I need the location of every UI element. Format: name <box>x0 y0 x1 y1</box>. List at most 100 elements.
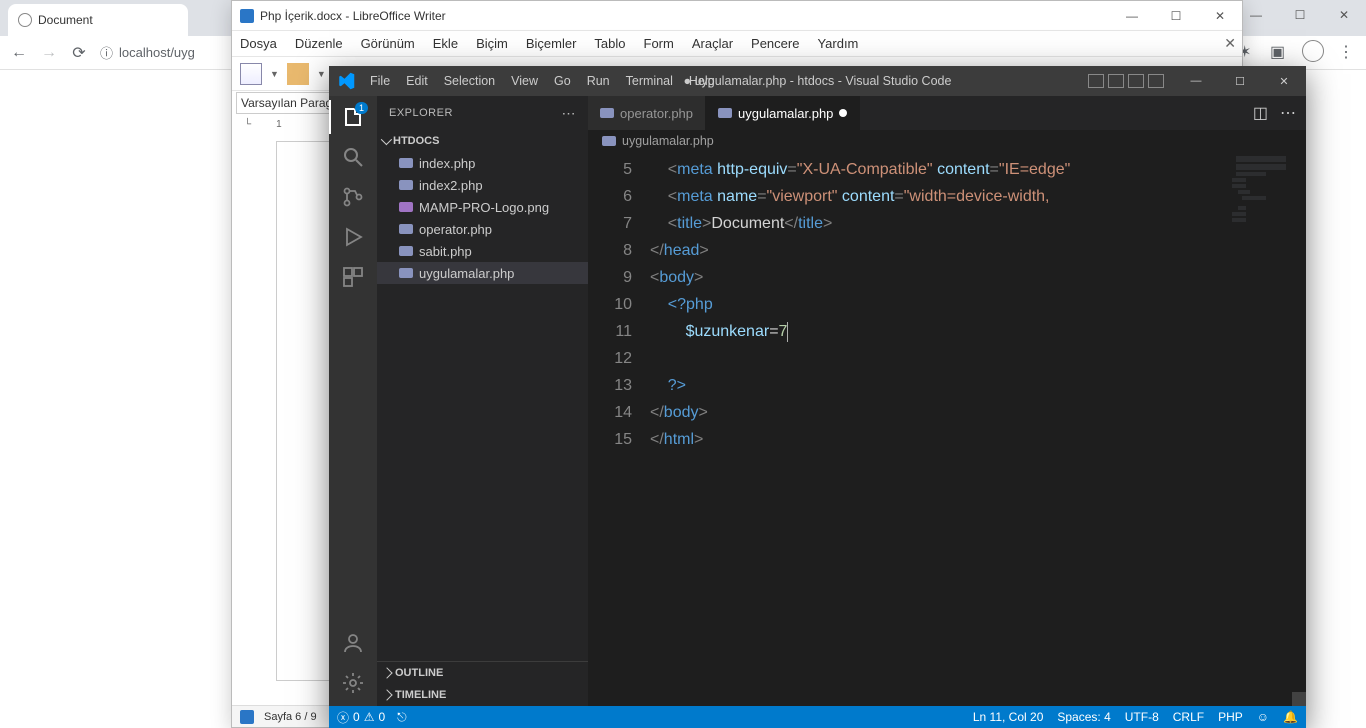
paragraph-style-select[interactable] <box>236 92 338 114</box>
back-icon[interactable]: ← <box>10 44 28 62</box>
file-item[interactable]: index.php <box>377 152 588 174</box>
extensions-icon[interactable] <box>340 264 366 290</box>
vertical-scrollbar[interactable] <box>1292 152 1306 706</box>
code-lines[interactable]: <meta http-equiv="X-UA-Compatible" conte… <box>650 152 1306 706</box>
lo-menu-item[interactable]: Yardım <box>817 36 858 51</box>
toggle-secondary-icon[interactable] <box>1128 74 1144 88</box>
minimap[interactable] <box>1232 152 1292 706</box>
lo-maximize-button[interactable]: ☐ <box>1154 1 1198 31</box>
editor-tab[interactable]: uygulamalar.php <box>706 96 860 130</box>
eol[interactable]: CRLF <box>1173 710 1204 724</box>
search-icon[interactable] <box>340 144 366 170</box>
lo-menu-item[interactable]: Düzenle <box>295 36 343 51</box>
lo-close-button[interactable]: ✕ <box>1198 1 1242 31</box>
vsc-menu-selection[interactable]: Selection <box>437 66 502 96</box>
vsc-menu-view[interactable]: View <box>504 66 545 96</box>
forward-icon[interactable]: → <box>40 44 58 62</box>
new-doc-icon[interactable] <box>240 63 262 85</box>
profile-icon[interactable] <box>1302 40 1324 62</box>
vsc-menu-go[interactable]: Go <box>547 66 578 96</box>
lo-menu-item[interactable]: Ekle <box>433 36 458 51</box>
lo-menu-item[interactable]: Araçlar <box>692 36 733 51</box>
vsc-menu-edit[interactable]: Edit <box>399 66 435 96</box>
feedback-icon[interactable]: ☺ <box>1257 710 1269 724</box>
ports-icon[interactable]: ⎋ <box>397 710 407 725</box>
libreoffice-titlebar[interactable]: Php İçerik.docx - LibreOffice Writer — ☐… <box>232 1 1242 31</box>
source-control-icon[interactable] <box>340 184 366 210</box>
toggle-panel-icon[interactable] <box>1108 74 1124 88</box>
open-doc-icon[interactable] <box>287 63 309 85</box>
breadcrumb[interactable]: uygulamalar.php <box>588 130 1306 152</box>
code-line[interactable] <box>650 345 1306 372</box>
layout-controls <box>1088 74 1164 88</box>
chrome-maximize-button[interactable]: ☐ <box>1278 0 1322 30</box>
more-actions-icon[interactable]: ⋯ <box>1280 103 1296 123</box>
customize-layout-icon[interactable] <box>1148 74 1164 88</box>
chevron-right-icon <box>381 667 392 678</box>
breadcrumb-file: uygulamalar.php <box>622 134 714 148</box>
split-editor-icon[interactable]: ◫ <box>1253 103 1268 123</box>
vsc-maximize-button[interactable]: ☐ <box>1218 66 1262 96</box>
lo-doc-close-button[interactable]: ✕ <box>1224 35 1236 52</box>
lo-menu-item[interactable]: Pencere <box>751 36 799 51</box>
reload-icon[interactable]: ⟳ <box>70 44 88 62</box>
accounts-icon[interactable] <box>340 630 366 656</box>
lo-minimize-button[interactable]: — <box>1110 1 1154 31</box>
problems-indicator[interactable]: ⓧ0 ⚠0 <box>337 709 385 726</box>
code-line[interactable]: <?php <box>650 291 1306 318</box>
lo-menu-item[interactable]: Biçim <box>476 36 508 51</box>
settings-gear-icon[interactable] <box>340 670 366 696</box>
code-line[interactable]: </body> <box>650 399 1306 426</box>
lo-menu-item[interactable]: Biçemler <box>526 36 577 51</box>
code-editor[interactable]: 56789101112131415 <meta http-equiv="X-UA… <box>588 152 1306 706</box>
vsc-minimize-button[interactable]: — <box>1174 66 1218 96</box>
lo-menu-item[interactable]: Form <box>644 36 674 51</box>
file-label: index2.php <box>419 178 483 193</box>
page-indicator[interactable]: Sayfa 6 / 9 <box>264 711 317 723</box>
code-line[interactable]: <meta http-equiv="X-UA-Compatible" conte… <box>650 156 1306 183</box>
file-item[interactable]: sabit.php <box>377 240 588 262</box>
file-item[interactable]: operator.php <box>377 218 588 240</box>
vscode-titlebar[interactable]: File Edit Selection View Go Run Terminal… <box>329 66 1306 96</box>
lo-menu-item[interactable]: Görünüm <box>361 36 415 51</box>
code-line[interactable]: ?> <box>650 372 1306 399</box>
chrome-tab[interactable]: Document <box>8 4 188 36</box>
lo-menu-item[interactable]: Tablo <box>594 36 625 51</box>
vsc-menu-run[interactable]: Run <box>580 66 617 96</box>
vsc-close-button[interactable]: ✕ <box>1262 66 1306 96</box>
explorer-more-icon[interactable]: ⋯ <box>562 105 577 122</box>
side-panel-icon[interactable]: ▣ <box>1270 42 1288 60</box>
explorer-icon[interactable]: 1 <box>340 104 366 130</box>
chrome-address-bar[interactable]: ⓘ localhost/uyg <box>100 43 195 62</box>
indentation[interactable]: Spaces: 4 <box>1057 710 1110 724</box>
language-mode[interactable]: PHP <box>1218 710 1243 724</box>
code-line[interactable]: </html> <box>650 426 1306 453</box>
timeline-section[interactable]: TIMELINE <box>377 684 588 706</box>
encoding[interactable]: UTF-8 <box>1125 710 1159 724</box>
code-line[interactable]: <body> <box>650 264 1306 291</box>
cursor-position[interactable]: Ln 11, Col 20 <box>973 710 1044 724</box>
chrome-menu-icon[interactable]: ⋮ <box>1338 42 1356 60</box>
dropdown-icon[interactable]: ▼ <box>317 69 326 79</box>
code-line[interactable]: $uzunkenar=7 <box>650 318 1306 345</box>
vsc-menu-file[interactable]: File <box>363 66 397 96</box>
run-debug-icon[interactable] <box>340 224 366 250</box>
tab-label: uygulamalar.php <box>738 106 833 121</box>
toggle-sidebar-icon[interactable] <box>1088 74 1104 88</box>
dropdown-icon[interactable]: ▼ <box>270 69 279 79</box>
lo-menu-item[interactable]: Dosya <box>240 36 277 51</box>
file-item[interactable]: uygulamalar.php <box>377 262 588 284</box>
code-line[interactable]: </head> <box>650 237 1306 264</box>
file-item[interactable]: index2.php <box>377 174 588 196</box>
code-line[interactable]: <meta name="viewport" content="width=dev… <box>650 183 1306 210</box>
scroll-thumb[interactable] <box>1292 692 1306 706</box>
folder-header[interactable]: HTDOCS <box>377 130 588 152</box>
notifications-icon[interactable]: 🔔 <box>1283 710 1298 724</box>
vsc-menu-terminal[interactable]: Terminal <box>619 66 680 96</box>
outline-section[interactable]: OUTLINE <box>377 662 588 684</box>
file-item[interactable]: MAMP-PRO-Logo.png <box>377 196 588 218</box>
code-line[interactable]: <title>Document</title> <box>650 210 1306 237</box>
chrome-close-button[interactable]: ✕ <box>1322 0 1366 30</box>
editor-tab[interactable]: operator.php <box>588 96 706 130</box>
site-info-icon[interactable]: ⓘ <box>100 43 113 62</box>
